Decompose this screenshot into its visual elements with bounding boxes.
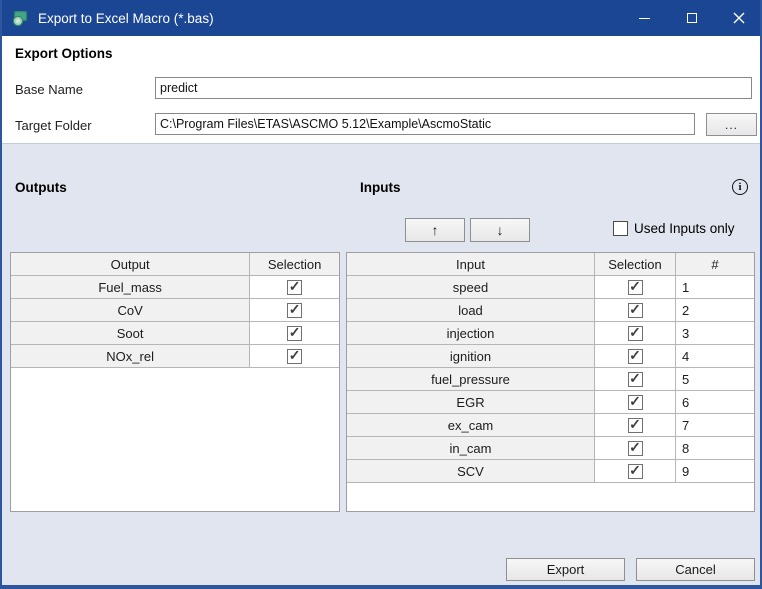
maximize-icon xyxy=(687,13,697,23)
input-selection-checkbox[interactable]: ✓ xyxy=(628,418,643,433)
input-selection-checkbox[interactable]: ✓ xyxy=(628,326,643,341)
input-name-cell[interactable]: fuel_pressure xyxy=(347,368,595,391)
input-number-cell: 6 xyxy=(676,391,754,414)
move-up-button[interactable]: ↑ xyxy=(405,218,465,242)
target-folder-input[interactable] xyxy=(155,113,695,135)
export-options-panel: Export Options Base Name Target Folder .… xyxy=(2,36,760,144)
input-name-cell[interactable]: EGR xyxy=(347,391,595,414)
table-row: load ✓ 2 xyxy=(347,299,754,322)
titlebar: Export to Excel Macro (*.bas) xyxy=(0,0,762,36)
input-number-cell: 9 xyxy=(676,460,754,483)
table-row: Fuel_mass ✓ xyxy=(11,276,339,299)
input-selection-checkbox[interactable]: ✓ xyxy=(628,349,643,364)
export-button[interactable]: Export xyxy=(506,558,625,581)
table-row: ignition ✓ 4 xyxy=(347,345,754,368)
inputs-col-selection: Selection xyxy=(595,253,676,276)
export-dialog-window: Export to Excel Macro (*.bas) Export Opt… xyxy=(0,0,762,589)
arrow-down-icon: ↓ xyxy=(497,222,504,238)
info-icon[interactable]: i xyxy=(732,179,748,195)
table-row: fuel_pressure ✓ 5 xyxy=(347,368,754,391)
outputs-col-selection: Selection xyxy=(250,253,339,276)
input-name-cell[interactable]: in_cam xyxy=(347,437,595,460)
table-row: SCV ✓ 9 xyxy=(347,460,754,483)
table-row: ex_cam ✓ 7 xyxy=(347,414,754,437)
table-row: injection ✓ 3 xyxy=(347,322,754,345)
export-options-heading: Export Options xyxy=(15,46,113,61)
input-number-cell: 7 xyxy=(676,414,754,437)
move-down-button[interactable]: ↓ xyxy=(470,218,530,242)
table-row: in_cam ✓ 8 xyxy=(347,437,754,460)
input-name-cell[interactable]: load xyxy=(347,299,595,322)
cancel-button[interactable]: Cancel xyxy=(636,558,755,581)
inputs-col-input: Input xyxy=(347,253,595,276)
input-number-cell: 4 xyxy=(676,345,754,368)
outputs-header-row: Output Selection xyxy=(11,253,339,276)
input-selection-checkbox[interactable]: ✓ xyxy=(628,372,643,387)
minimize-button[interactable] xyxy=(621,0,668,36)
inputs-col-number: # xyxy=(676,253,754,276)
table-row: NOx_rel ✓ xyxy=(11,345,339,368)
output-name-cell[interactable]: NOx_rel xyxy=(11,345,250,368)
close-icon xyxy=(733,12,745,24)
browse-button[interactable]: ... xyxy=(706,113,757,136)
output-name-cell[interactable]: Fuel_mass xyxy=(11,276,250,299)
table-row: CoV ✓ xyxy=(11,299,339,322)
input-selection-checkbox[interactable]: ✓ xyxy=(628,464,643,479)
window-title: Export to Excel Macro (*.bas) xyxy=(38,11,214,26)
input-selection-checkbox[interactable]: ✓ xyxy=(628,441,643,456)
input-selection-checkbox[interactable]: ✓ xyxy=(628,395,643,410)
output-name-cell[interactable]: CoV xyxy=(11,299,250,322)
outputs-heading: Outputs xyxy=(15,180,67,195)
base-name-label: Base Name xyxy=(15,82,83,97)
input-selection-checkbox[interactable]: ✓ xyxy=(628,280,643,295)
output-selection-checkbox[interactable]: ✓ xyxy=(287,326,302,341)
table-row: EGR ✓ 6 xyxy=(347,391,754,414)
arrow-up-icon: ↑ xyxy=(432,222,439,238)
close-button[interactable] xyxy=(715,0,762,36)
output-name-cell[interactable]: Soot xyxy=(11,322,250,345)
input-selection-checkbox[interactable]: ✓ xyxy=(628,303,643,318)
maximize-button[interactable] xyxy=(668,0,715,36)
output-selection-checkbox[interactable]: ✓ xyxy=(287,349,302,364)
used-inputs-label: Used Inputs only xyxy=(634,221,735,236)
output-selection-checkbox[interactable]: ✓ xyxy=(287,303,302,318)
input-name-cell[interactable]: injection xyxy=(347,322,595,345)
input-number-cell: 1 xyxy=(676,276,754,299)
target-folder-label: Target Folder xyxy=(15,118,92,133)
input-name-cell[interactable]: ignition xyxy=(347,345,595,368)
input-number-cell: 2 xyxy=(676,299,754,322)
input-number-cell: 5 xyxy=(676,368,754,391)
minimize-icon xyxy=(639,18,650,19)
input-number-cell: 8 xyxy=(676,437,754,460)
used-inputs-only[interactable]: ✓ Used Inputs only xyxy=(613,221,735,236)
base-name-input[interactable] xyxy=(155,77,752,99)
inputs-header-row: Input Selection # xyxy=(347,253,754,276)
used-inputs-checkbox[interactable]: ✓ xyxy=(613,221,628,236)
input-number-cell: 3 xyxy=(676,322,754,345)
inputs-table: Input Selection # speed ✓ 1 load ✓ 2 inj… xyxy=(346,252,755,512)
input-name-cell[interactable]: SCV xyxy=(347,460,595,483)
inputs-heading: Inputs xyxy=(360,180,401,195)
input-name-cell[interactable]: speed xyxy=(347,276,595,299)
table-row: Soot ✓ xyxy=(11,322,339,345)
app-icon xyxy=(11,9,29,27)
outputs-col-output: Output xyxy=(11,253,250,276)
input-name-cell[interactable]: ex_cam xyxy=(347,414,595,437)
outputs-table: Output Selection Fuel_mass ✓ CoV ✓ Soot … xyxy=(10,252,340,512)
table-row: speed ✓ 1 xyxy=(347,276,754,299)
output-selection-checkbox[interactable]: ✓ xyxy=(287,280,302,295)
